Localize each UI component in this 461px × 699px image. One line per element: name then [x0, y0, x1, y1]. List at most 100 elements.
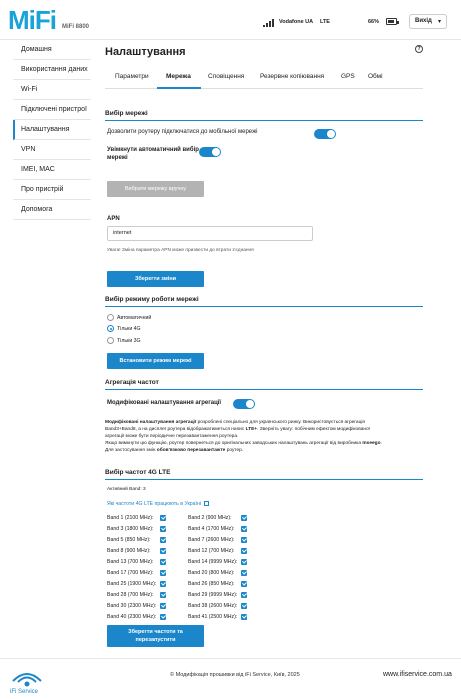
band-checkbox[interactable] — [241, 581, 247, 587]
sidebar-item-label: Підключені пристрої — [21, 106, 87, 113]
band-checkbox[interactable] — [241, 603, 247, 609]
band-label: Band 12 (700 MHz): — [188, 548, 235, 554]
band-checkbox[interactable] — [160, 526, 166, 532]
band-checkbox[interactable] — [241, 548, 247, 554]
band-label: Band 8 (900 MHz): — [107, 548, 151, 554]
band-checkbox[interactable] — [241, 526, 247, 532]
band-label: Band 25 (1900 MHz): — [107, 581, 157, 587]
sidebar-item-wifi[interactable]: Wi-Fi — [13, 80, 91, 100]
band-checkbox[interactable] — [241, 614, 247, 620]
allow-mobile-toggle[interactable] — [314, 129, 336, 139]
band-checkbox[interactable] — [241, 570, 247, 576]
band-label: Band 2 (900 MHz): — [188, 515, 232, 521]
desc-text: Для застосування змін — [105, 448, 157, 453]
save-apn-button[interactable]: Зберегти зміни — [107, 271, 204, 287]
band-label: Band 40 (2300 MHz): — [107, 614, 157, 620]
band-label: Band 13 (700 MHz): — [107, 559, 154, 565]
band-label: Band 5 (850 MHz): — [107, 537, 151, 543]
section-heading-aggregation: Агрегація частот — [105, 379, 423, 390]
set-mode-button[interactable]: Встановити режим мережі — [107, 353, 204, 369]
mode-3g-radio[interactable] — [107, 337, 114, 344]
band-checkbox[interactable] — [160, 581, 166, 587]
tab-exchange[interactable]: Обмі — [368, 73, 383, 80]
device-model: MiFi 8800 — [62, 24, 90, 30]
allow-mobile-label: Дозволити роутеру підключатися до мобіль… — [107, 129, 258, 135]
aggregation-description: Модифіковані налаштування агрегації розр… — [105, 419, 423, 454]
sidebar-item-label: Використання даних — [21, 66, 88, 73]
band-checkbox[interactable] — [160, 537, 166, 543]
apn-label: APN — [107, 216, 120, 222]
settings-tabs: Параметри Мережа Сповіщення Резервне коп… — [105, 71, 423, 89]
mode-3g-label: Тільки 3G — [117, 338, 141, 344]
sidebar-item-label: Домашня — [21, 46, 52, 53]
desc-text: Якщо вимкнути цю функцію, роутер поверне… — [105, 441, 363, 446]
mode-4g-label: Тільки 4G — [117, 326, 141, 332]
sidebar-item-help[interactable]: Допомога — [13, 200, 91, 220]
mode-4g-radio[interactable] — [107, 325, 114, 332]
footer-brand: iFi Service — [10, 689, 39, 695]
sidebar-item-connected-devices[interactable]: Підключені пристрої — [13, 100, 91, 120]
sidebar-item-label: IMEI, MAC — [21, 166, 55, 173]
band-checkbox[interactable] — [241, 515, 247, 521]
desc-text: Band3+Band8, а на дисплеї роутера відобр… — [105, 427, 246, 432]
auto-select-toggle[interactable] — [199, 147, 221, 157]
band-checkbox[interactable] — [160, 515, 166, 521]
sidebar-item-label: Налаштування — [21, 126, 70, 133]
footer-copyright: © Модифікація прошивки від iFi Service, … — [170, 672, 300, 678]
save-bands-restart-button[interactable]: Зберегти частоти та перезапустити — [107, 625, 204, 647]
active-band: Активний Band: 3 — [107, 487, 146, 492]
sidebar-item-vpn[interactable]: VPN — [13, 140, 91, 160]
section-heading-network: Вибір мережі — [105, 110, 423, 121]
aggregation-label: Модифіковані налаштування агрегації — [107, 400, 222, 406]
mode-auto-radio[interactable] — [107, 314, 114, 321]
tab-backup[interactable]: Резервне копіювання — [260, 73, 324, 80]
apn-input[interactable]: internet — [107, 226, 313, 241]
battery-percent: 66% — [368, 19, 380, 25]
sidebar-item-label: Про пристрій — [21, 186, 64, 193]
band-checkbox[interactable] — [160, 614, 166, 620]
chevron-down-icon: ▾ — [437, 19, 441, 25]
footer-site-link[interactable]: www.ifiservice.com.ua — [383, 671, 452, 678]
lte-bands-link[interactable]: Які частоти 4G LTE працюють в Україні — [107, 501, 210, 507]
sidebar-item-settings[interactable]: Налаштування — [13, 120, 91, 140]
sidebar-item-data-usage[interactable]: Використання даних — [13, 60, 91, 80]
sidebar-item-home[interactable]: Домашня — [13, 40, 91, 60]
logout-dropdown[interactable]: Вихід ▾ — [409, 14, 447, 29]
sidebar-item-imei-mac[interactable]: IMEI, MAC — [13, 160, 91, 180]
active-tab-indicator — [157, 87, 201, 89]
network-type: LTE — [320, 19, 330, 25]
help-circle-icon[interactable]: ? — [415, 45, 423, 53]
manual-network-button[interactable]: Вибрати мережу вручну — [107, 181, 204, 197]
band-label: Band 4 (1700 MHz): — [188, 526, 235, 532]
desc-bold: обов'язково перезавантажте — [156, 448, 226, 453]
band-checkbox[interactable] — [241, 592, 247, 598]
band-checkbox[interactable] — [160, 559, 166, 565]
tab-parameters[interactable]: Параметри — [115, 73, 149, 80]
band-label: Band 1 (2100 MHz): — [107, 515, 154, 521]
desc-text: роутер. — [225, 448, 244, 453]
desc-bold: Inseego — [362, 441, 381, 446]
band-label: Band 29 (9999 MHz): — [188, 592, 238, 598]
ifi-service-logo — [12, 673, 42, 687]
band-checkbox[interactable] — [160, 592, 166, 598]
mifi-logo: MiFi — [8, 5, 57, 35]
desc-text: розроблені спеціально для українського р… — [196, 420, 366, 425]
band-label: Band 30 (2300 MHz): — [107, 603, 157, 609]
sidebar-item-label: Допомога — [21, 206, 53, 213]
logout-label: Вихід — [415, 18, 432, 24]
sidebar-item-about[interactable]: Про пристрій — [13, 180, 91, 200]
tab-network[interactable]: Мережа — [166, 73, 191, 80]
operator-name: Vodafone UA — [279, 19, 314, 25]
band-checkbox[interactable] — [241, 559, 247, 565]
aggregation-toggle[interactable] — [233, 399, 255, 409]
band-checkbox[interactable] — [241, 537, 247, 543]
section-heading-bands: Вибір частот 4G LTE — [105, 469, 423, 480]
lte-bands-link-text: Які частоти 4G LTE працюють в Україні — [107, 501, 202, 507]
band-checkbox[interactable] — [160, 603, 166, 609]
desc-bold: LTE+ — [245, 427, 258, 432]
band-checkbox[interactable] — [160, 548, 166, 554]
band-label: Band 17 (700 MHz): — [107, 570, 154, 576]
tab-notifications[interactable]: Сповіщення — [208, 73, 244, 80]
tab-gps[interactable]: GPS — [341, 73, 355, 80]
band-checkbox[interactable] — [160, 570, 166, 576]
